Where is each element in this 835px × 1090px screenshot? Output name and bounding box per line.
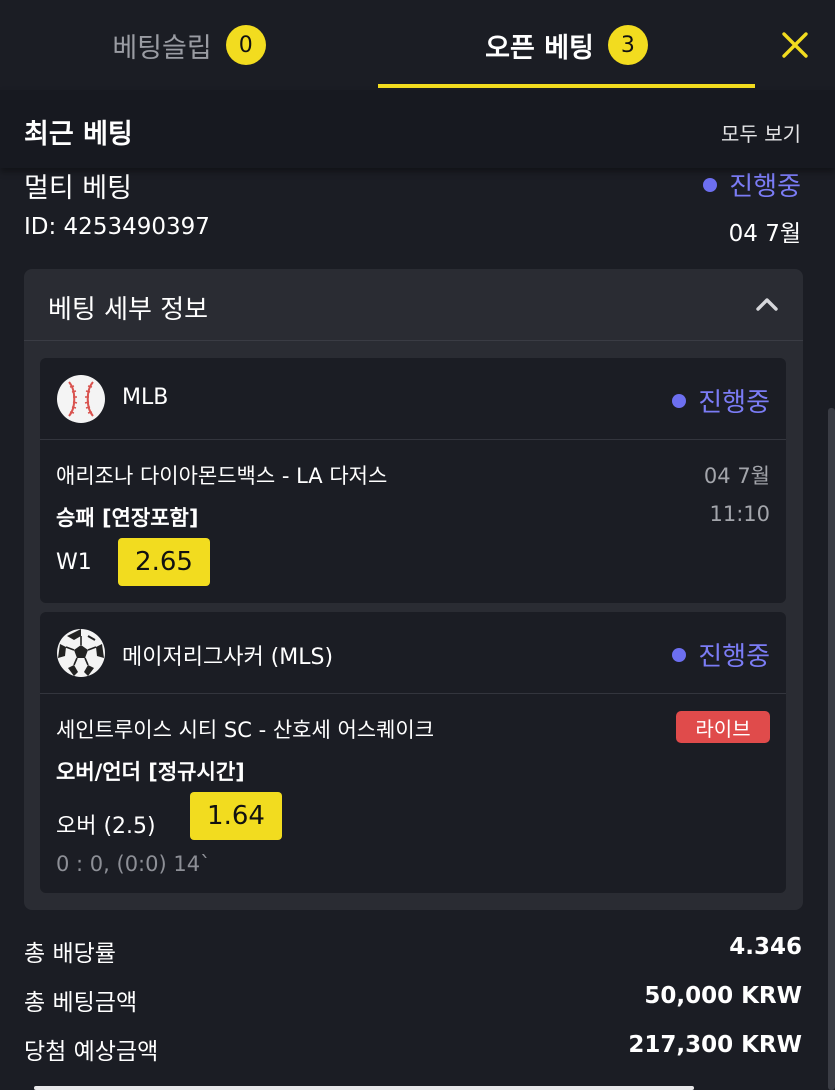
bottom-divider [34, 1086, 694, 1090]
odds-badge: 2.65 [118, 538, 210, 586]
view-all-link[interactable]: 모두 보기 [721, 118, 801, 147]
tab-betslip[interactable]: 베팅슬립 0 [0, 0, 378, 90]
odds-badge: 1.64 [190, 792, 282, 840]
live-score: 0 : 0, (0:0) 14` [56, 852, 211, 876]
bet-status: 진행중 [703, 166, 801, 203]
total-odds-value: 4.346 [729, 934, 802, 960]
tab-open-bets-label: 오픈 베팅 [485, 32, 594, 64]
status-dot-icon [672, 393, 687, 408]
event-time: 11:10 [709, 502, 770, 526]
event-status-label: 진행중 [698, 388, 770, 418]
baseball-icon [56, 374, 106, 424]
market-name: 오버/언더 [정규시간] [56, 760, 245, 784]
status-dot-icon [703, 177, 718, 192]
tab-bar: 베팅슬립 0 오픈 베팅 3 [0, 0, 835, 90]
bet-pick: W1 [56, 550, 92, 575]
chevron-up-icon [753, 291, 781, 319]
active-tab-indicator [378, 84, 755, 88]
status-dot-icon [672, 647, 687, 662]
bet-status-label: 진행중 [729, 172, 801, 202]
event-card-header: 메이저리그사커 (MLS) 진행중 [40, 612, 786, 694]
summary-stake: 총 베팅금액 50,000 KRW [24, 983, 802, 1017]
bet-details-title: 베팅 세부 정보 [48, 295, 209, 325]
event-card: 메이저리그사커 (MLS) 진행중 세인트루이스 시티 SC - 산호세 어스퀘… [40, 612, 786, 893]
scrollbar[interactable] [828, 408, 835, 1090]
stake-value: 50,000 KRW [644, 983, 802, 1009]
league-name: MLB [122, 385, 169, 410]
event-status: 진행중 [672, 382, 770, 419]
soccer-ball-icon [56, 628, 106, 678]
tab-betslip-count-badge: 0 [225, 25, 266, 65]
event-card: MLB 진행중 애리조나 다이아몬드백스 - LA 다저스 승패 [연장포함] … [40, 358, 786, 603]
bet-date: 04 7월 [728, 221, 801, 247]
event-card-header: MLB 진행중 [40, 358, 786, 440]
event-date: 04 7월 [703, 464, 770, 488]
total-odds-label: 총 배당률 [24, 941, 116, 967]
recent-bets-header: 최근 베팅 모두 보기 [0, 90, 835, 168]
event-status-label: 진행중 [698, 642, 770, 672]
bet-details-panel: 베팅 세부 정보 MLB 진행중 애리조나 다이아몬드백스 - LA 다저스 승… [24, 269, 803, 910]
market-name: 승패 [연장포함] [56, 506, 199, 530]
summary-payout: 당첨 예상금액 217,300 KRW [24, 1032, 802, 1066]
tab-betslip-label: 베팅슬립 [112, 32, 212, 64]
summary-total-odds: 총 배당률 4.346 [24, 934, 802, 968]
event-status: 진행중 [672, 636, 770, 673]
live-badge: 라이브 [676, 711, 770, 743]
payout-value: 217,300 KRW [628, 1032, 802, 1058]
bet-id: ID: 4253490397 [24, 214, 210, 240]
tab-open-bets-count-badge: 3 [607, 25, 648, 65]
recent-bets-title: 최근 베팅 [24, 119, 133, 150]
tab-open-bets[interactable]: 오픈 베팅 3 [378, 0, 755, 90]
match-name: 세인트루이스 시티 SC - 산호세 어스퀘이크 [56, 718, 435, 742]
close-button[interactable] [772, 22, 818, 68]
stake-label: 총 베팅금액 [24, 990, 138, 1016]
league-name: 메이저리그사커 (MLS) [122, 645, 334, 670]
bet-pick: 오버 (2.5) [56, 814, 156, 839]
payout-label: 당첨 예상금액 [24, 1039, 159, 1065]
bet-details-toggle[interactable]: 베팅 세부 정보 [24, 269, 803, 341]
match-name: 애리조나 다이아몬드백스 - LA 다저스 [56, 464, 388, 488]
bet-type: 멀티 베팅 [24, 173, 132, 204]
close-icon [782, 32, 808, 58]
